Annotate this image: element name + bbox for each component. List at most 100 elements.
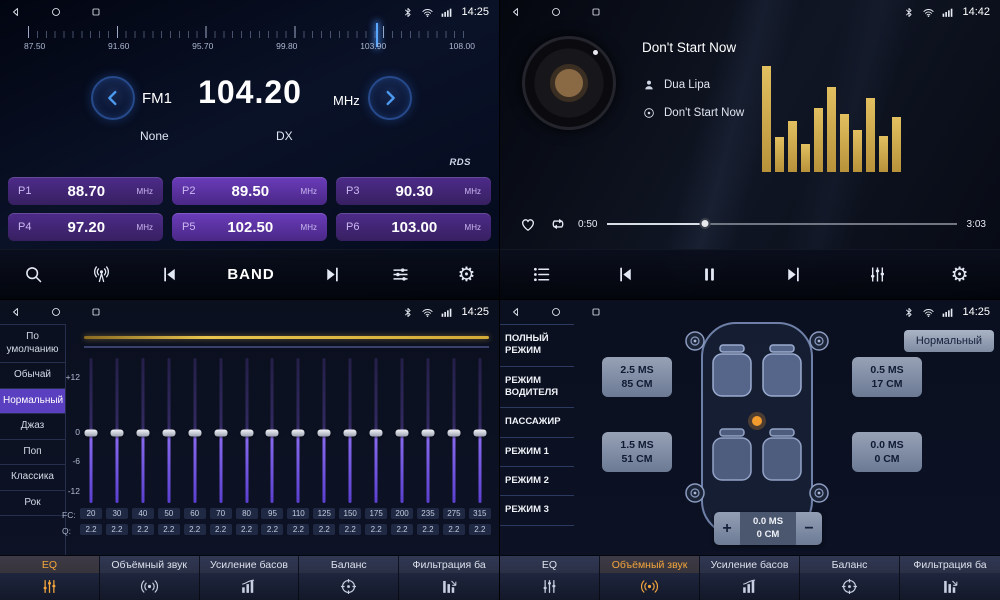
- preset-button-p6[interactable]: P6 103.00 MHz: [336, 213, 491, 241]
- eq-band-handle[interactable]: [473, 430, 486, 437]
- playlist-icon[interactable]: [531, 264, 552, 285]
- settings-gear-icon[interactable]: ⚙: [458, 265, 476, 285]
- seek-slider[interactable]: [607, 217, 956, 231]
- eq-preset-custom[interactable]: Обычай: [0, 363, 65, 389]
- eq-band-handle[interactable]: [85, 430, 98, 437]
- tab-filtering[interactable]: Фильтрация ба: [399, 556, 499, 600]
- mode-2[interactable]: РЕЖИМ 2: [500, 467, 574, 496]
- back-icon[interactable]: [10, 6, 22, 18]
- previous-station-icon[interactable]: [159, 264, 180, 285]
- delay-increase-button[interactable]: +: [714, 512, 740, 545]
- eq-preset-default[interactable]: По умолчанию: [0, 325, 65, 363]
- eq-band-slider[interactable]: [132, 358, 154, 503]
- delay-decrease-button[interactable]: −: [796, 512, 822, 545]
- tab-surround[interactable]: Объёмный звук: [100, 556, 200, 600]
- eq-band-handle[interactable]: [447, 430, 460, 437]
- eq-band-slider[interactable]: [287, 358, 309, 503]
- tab-balance[interactable]: Баланс: [800, 556, 900, 600]
- mode-3[interactable]: РЕЖИМ 3: [500, 496, 574, 525]
- pause-icon[interactable]: [699, 264, 720, 285]
- back-icon[interactable]: [10, 306, 22, 318]
- preset-button-p4[interactable]: P4 97.20 MHz: [8, 213, 163, 241]
- recents-icon[interactable]: [90, 306, 102, 318]
- back-icon[interactable]: [510, 6, 522, 18]
- previous-track-icon[interactable]: [615, 264, 636, 285]
- eq-band-handle[interactable]: [370, 430, 383, 437]
- eq-band-handle[interactable]: [266, 430, 279, 437]
- equalizer-icon[interactable]: [867, 264, 888, 285]
- repeat-icon[interactable]: [548, 214, 568, 234]
- broadcast-tower-icon[interactable]: [91, 264, 112, 285]
- band-button[interactable]: BAND: [227, 266, 274, 283]
- eq-band-slider[interactable]: [261, 358, 283, 503]
- delay-rear-right[interactable]: 0.0 MS 0 CM: [852, 432, 922, 472]
- progress-knob[interactable]: [700, 218, 711, 229]
- preset-button-p1[interactable]: P1 88.70 MHz: [8, 177, 163, 205]
- tab-eq[interactable]: EQ: [500, 556, 600, 600]
- eq-band-slider[interactable]: [469, 358, 491, 503]
- eq-band-slider[interactable]: [80, 358, 102, 503]
- recents-icon[interactable]: [590, 6, 602, 18]
- eq-preset-normal[interactable]: Нормальный: [0, 389, 65, 415]
- tune-up-button[interactable]: [368, 76, 412, 120]
- home-icon[interactable]: [550, 306, 562, 318]
- preset-button-p2[interactable]: P2 89.50 MHz: [172, 177, 327, 205]
- eq-band-handle[interactable]: [214, 430, 227, 437]
- eq-band-handle[interactable]: [162, 430, 175, 437]
- favorite-heart-icon[interactable]: [518, 214, 538, 234]
- profile-dropdown[interactable]: Нормальный: [904, 330, 994, 352]
- eq-band-handle[interactable]: [292, 430, 305, 437]
- eq-preset-classic[interactable]: Классика: [0, 465, 65, 491]
- eq-band-slider[interactable]: [417, 358, 439, 503]
- preset-button-p3[interactable]: P3 90.30 MHz: [336, 177, 491, 205]
- eq-band-handle[interactable]: [240, 430, 253, 437]
- eq-band-slider[interactable]: [210, 358, 232, 503]
- scan-search-icon[interactable]: [23, 264, 44, 285]
- mode-driver[interactable]: РЕЖИМ ВОДИТЕЛЯ: [500, 367, 574, 409]
- eq-band-slider[interactable]: [106, 358, 128, 503]
- eq-band-handle[interactable]: [396, 430, 409, 437]
- eq-band-handle[interactable]: [421, 430, 434, 437]
- tab-filtering[interactable]: Фильтрация ба: [900, 556, 1000, 600]
- delay-front-right[interactable]: 0.5 MS 17 CM: [852, 357, 922, 397]
- eq-preset-pop[interactable]: Поп: [0, 440, 65, 466]
- home-icon[interactable]: [50, 6, 62, 18]
- master-level-slider[interactable]: [84, 336, 489, 339]
- eq-band-slider[interactable]: [158, 358, 180, 503]
- eq-band-slider[interactable]: [443, 358, 465, 503]
- tab-eq[interactable]: EQ: [0, 556, 100, 600]
- eq-band-slider[interactable]: [184, 358, 206, 503]
- tab-surround[interactable]: Объёмный звук: [600, 556, 700, 600]
- eq-band-slider[interactable]: [391, 358, 413, 503]
- preset-button-p5[interactable]: P5 102.50 MHz: [172, 213, 327, 241]
- eq-band-slider[interactable]: [339, 358, 361, 503]
- equalizer-icon[interactable]: [390, 264, 411, 285]
- recents-icon[interactable]: [590, 306, 602, 318]
- back-icon[interactable]: [510, 306, 522, 318]
- settings-gear-icon[interactable]: ⚙: [951, 265, 969, 285]
- eq-preset-jazz[interactable]: Джаз: [0, 414, 65, 440]
- next-track-icon[interactable]: [783, 264, 804, 285]
- eq-band-slider[interactable]: [313, 358, 335, 503]
- home-icon[interactable]: [550, 6, 562, 18]
- secondary-level-track[interactable]: [84, 346, 489, 348]
- mode-full[interactable]: ПОЛНЫЙ РЕЖИМ: [500, 325, 574, 367]
- tab-bass-boost[interactable]: Усиление басов: [200, 556, 300, 600]
- eq-band-slider[interactable]: [236, 358, 258, 503]
- home-icon[interactable]: [50, 306, 62, 318]
- mode-1[interactable]: РЕЖИМ 1: [500, 438, 574, 467]
- eq-band-handle[interactable]: [344, 430, 357, 437]
- next-station-icon[interactable]: [322, 264, 343, 285]
- tab-balance[interactable]: Баланс: [299, 556, 399, 600]
- delay-rear-left[interactable]: 1.5 MS 51 CM: [602, 432, 672, 472]
- tab-bass-boost[interactable]: Усиление басов: [700, 556, 800, 600]
- eq-band-handle[interactable]: [110, 430, 123, 437]
- eq-band-slider[interactable]: [365, 358, 387, 503]
- mode-passenger[interactable]: ПАССАЖИР: [500, 408, 574, 437]
- eq-band-handle[interactable]: [188, 430, 201, 437]
- eq-preset-rock[interactable]: Рок: [0, 491, 65, 517]
- eq-band-handle[interactable]: [318, 430, 331, 437]
- recents-icon[interactable]: [90, 6, 102, 18]
- tune-down-button[interactable]: [91, 76, 135, 120]
- eq-band-handle[interactable]: [136, 430, 149, 437]
